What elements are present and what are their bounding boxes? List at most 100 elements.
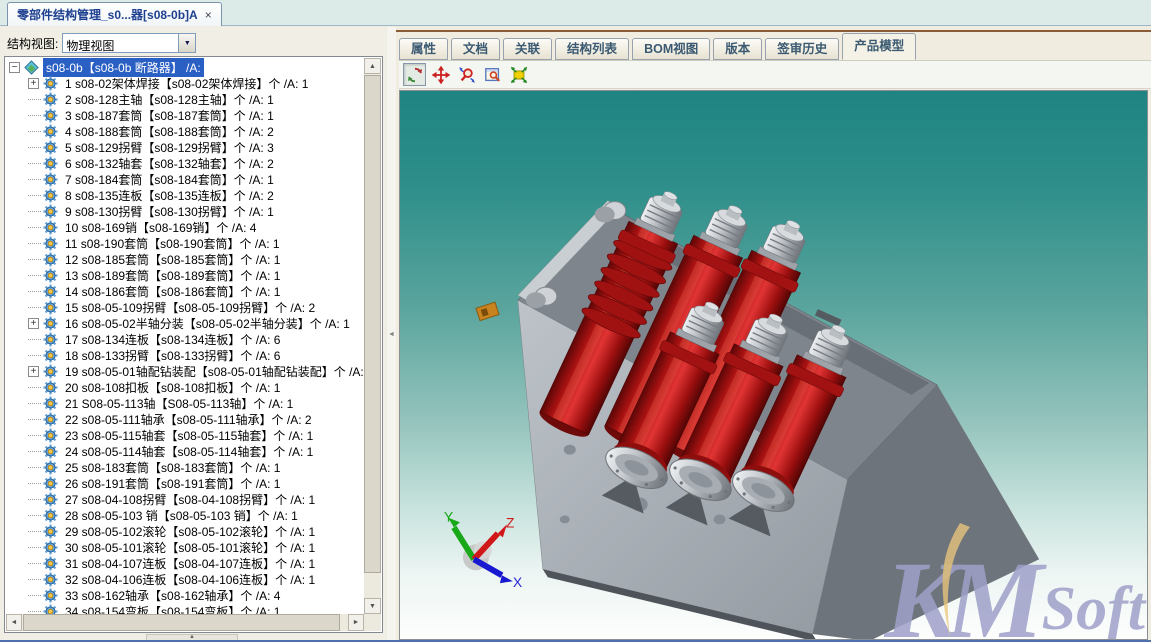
- scrollbar-corner: [364, 614, 381, 631]
- tree-guide-line: [28, 243, 41, 244]
- panel-splitter[interactable]: ◄: [387, 27, 396, 642]
- part-icon: [43, 604, 58, 615]
- part-icon: [43, 76, 58, 91]
- tab-文档[interactable]: 文档: [451, 38, 500, 60]
- document-tabbar: 零部件结构管理_s0...器[s08-0b]A ×: [0, 0, 1151, 26]
- model-clamp: [476, 302, 499, 320]
- 3d-viewport[interactable]: Y Z X KM Soft: [399, 90, 1148, 640]
- part-icon: [43, 124, 58, 139]
- axes-triad: Y Z X: [444, 508, 523, 590]
- tab-属性[interactable]: 属性: [399, 38, 448, 60]
- kmsoft-watermark: KM Soft: [884, 545, 1145, 640]
- tab-结构列表[interactable]: 结构列表: [555, 38, 629, 60]
- part-icon: [43, 108, 58, 123]
- tree-guide-line: [28, 483, 41, 484]
- tree-guide-line: [28, 259, 41, 260]
- assembly-icon: [24, 60, 39, 75]
- tree-expand-toggle[interactable]: +: [28, 318, 39, 329]
- horizontal-scroll-thumb[interactable]: [23, 614, 340, 631]
- structure-view-value: 物理视图: [63, 34, 178, 52]
- part-icon: [43, 508, 58, 523]
- part-icon: [43, 524, 58, 539]
- tree-guide-line: [28, 291, 41, 292]
- part-icon: [43, 300, 58, 315]
- scroll-left-icon[interactable]: ◄: [6, 614, 22, 631]
- tree-guide-line: [28, 403, 41, 404]
- tab-BOM视图[interactable]: BOM视图: [632, 38, 710, 60]
- tree-item-label: 34 s08-154弯板【s08-154弯板】个 /A: 1: [62, 602, 283, 615]
- part-icon: [43, 348, 58, 363]
- tree-guide-line: [28, 227, 41, 228]
- part-icon: [43, 572, 58, 587]
- tree-item[interactable]: 34 s08-154弯板【s08-154弯板】个 /A: 1: [6, 603, 364, 614]
- part-icon: [43, 316, 58, 331]
- tree-horizontal-scrollbar[interactable]: ◄ ►: [6, 614, 364, 631]
- tree-expand-toggle[interactable]: +: [28, 78, 39, 89]
- tab-签审历史[interactable]: 签审历史: [765, 38, 839, 60]
- structure-view-label: 结构视图:: [7, 35, 58, 52]
- tree-guide-line: [28, 355, 41, 356]
- tree-guide-line: [28, 595, 41, 596]
- part-icon: [43, 556, 58, 571]
- part-icon: [43, 140, 58, 155]
- zoom-window-icon[interactable]: [481, 63, 504, 86]
- structure-panel: 结构视图: 物理视图 ▼ −s08-0b【s08-0b 断路器】 /A:+1 s…: [0, 27, 386, 642]
- part-icon: [43, 540, 58, 555]
- tree-guide-line: [28, 451, 41, 452]
- tree-guide-line: [28, 147, 41, 148]
- tab-产品模型[interactable]: 产品模型: [842, 33, 916, 60]
- chevron-down-icon[interactable]: ▼: [178, 34, 195, 52]
- tree-guide-line: [28, 435, 41, 436]
- tree-guide-line: [28, 275, 41, 276]
- part-icon: [43, 156, 58, 171]
- part-icon: [43, 188, 58, 203]
- tab-关联[interactable]: 关联: [503, 38, 552, 60]
- structure-tree: −s08-0b【s08-0b 断路器】 /A:+1 s08-02架体焊接【s08…: [4, 56, 383, 633]
- part-icon: [43, 444, 58, 459]
- part-icon: [43, 284, 58, 299]
- tree-guide-line: [28, 307, 41, 308]
- part-icon: [43, 92, 58, 107]
- scroll-down-icon[interactable]: ▼: [364, 598, 381, 614]
- tree-expand-toggle[interactable]: +: [28, 366, 39, 377]
- part-icon: [43, 476, 58, 491]
- tree-guide-line: [28, 531, 41, 532]
- part-icon: [43, 428, 58, 443]
- tree-guide-line: [28, 547, 41, 548]
- tree-guide-line: [28, 179, 41, 180]
- part-icon: [43, 380, 58, 395]
- zoom-in-icon[interactable]: [455, 63, 478, 86]
- watermark-soft: Soft: [1042, 574, 1145, 640]
- tree-guide-line: [28, 211, 41, 212]
- tree-guide-line: [28, 515, 41, 516]
- tree-rows: −s08-0b【s08-0b 断路器】 /A:+1 s08-02架体焊接【s08…: [6, 58, 364, 614]
- tree-guide-line: [28, 419, 41, 420]
- scroll-up-icon[interactable]: ▲: [364, 58, 381, 74]
- axis-z-label: Z: [506, 514, 515, 530]
- rotate-icon[interactable]: [403, 63, 426, 86]
- axis-x-label: X: [513, 574, 523, 590]
- tree-expand-toggle[interactable]: −: [9, 62, 20, 73]
- viewer-toolbar: [399, 60, 1151, 89]
- tree-guide-line: [28, 387, 41, 388]
- document-tab-title: 零部件结构管理_s0...器[s08-0b]A: [17, 6, 198, 23]
- vertical-scroll-thumb[interactable]: [364, 75, 381, 573]
- close-icon[interactable]: ×: [205, 8, 212, 22]
- structure-view-select[interactable]: 物理视图 ▼: [62, 33, 196, 53]
- document-tab[interactable]: 零部件结构管理_s0...器[s08-0b]A ×: [7, 2, 222, 26]
- tab-版本[interactable]: 版本: [713, 38, 762, 60]
- part-icon: [43, 332, 58, 347]
- fit-view-icon[interactable]: [507, 63, 530, 86]
- part-icon: [43, 396, 58, 411]
- part-icon: [43, 412, 58, 427]
- detail-panel: 属性文档关联结构列表BOM视图版本签审历史产品模型: [396, 27, 1151, 642]
- tree-guide-line: [28, 115, 41, 116]
- watermark-swoosh-icon: [930, 521, 972, 639]
- part-icon: [43, 364, 58, 379]
- tree-guide-line: [28, 579, 41, 580]
- scroll-right-icon[interactable]: ►: [348, 614, 364, 631]
- tree-guide-line: [28, 163, 41, 164]
- tree-vertical-scrollbar[interactable]: ▲ ▼: [364, 58, 381, 614]
- pan-icon[interactable]: [429, 63, 452, 86]
- tree-guide-line: [28, 99, 41, 100]
